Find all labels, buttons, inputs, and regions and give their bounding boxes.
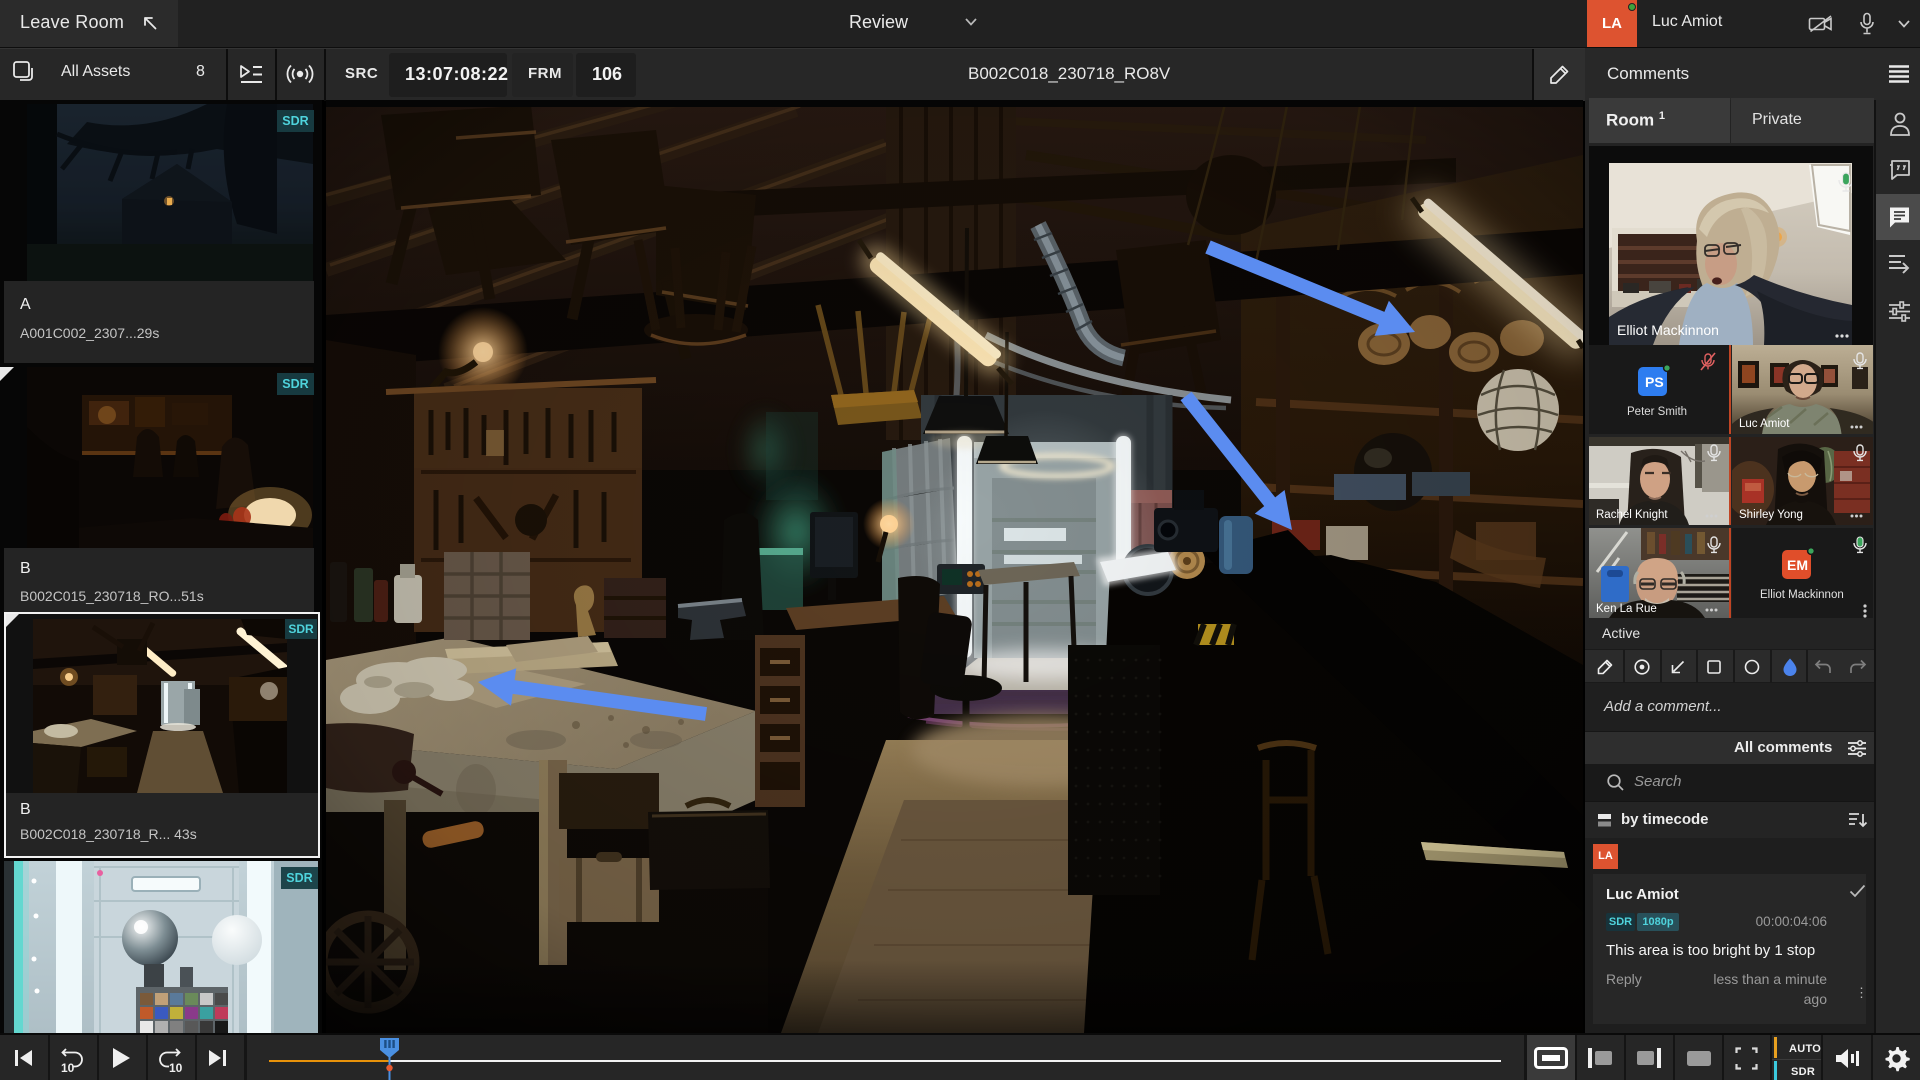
svg-text:Peter Smith: Peter Smith (1627, 406, 1687, 418)
svg-text:Elliot Mackinnon: Elliot Mackinnon (1760, 589, 1844, 601)
svg-text:Elliot Mackinnon: Elliot Mackinnon (1617, 322, 1719, 338)
svg-text:Luc Amiot: Luc Amiot (1739, 418, 1790, 430)
svg-text:10: 10 (61, 1061, 75, 1072)
svg-text:EM: EM (1787, 557, 1808, 573)
svg-text:Shirley Yong: Shirley Yong (1739, 509, 1803, 521)
svg-text:Rachel Knight: Rachel Knight (1596, 509, 1668, 521)
svg-text:10: 10 (169, 1061, 183, 1072)
svg-text:PS: PS (1645, 374, 1664, 390)
svg-text:Ken La Rue: Ken La Rue (1596, 603, 1657, 615)
